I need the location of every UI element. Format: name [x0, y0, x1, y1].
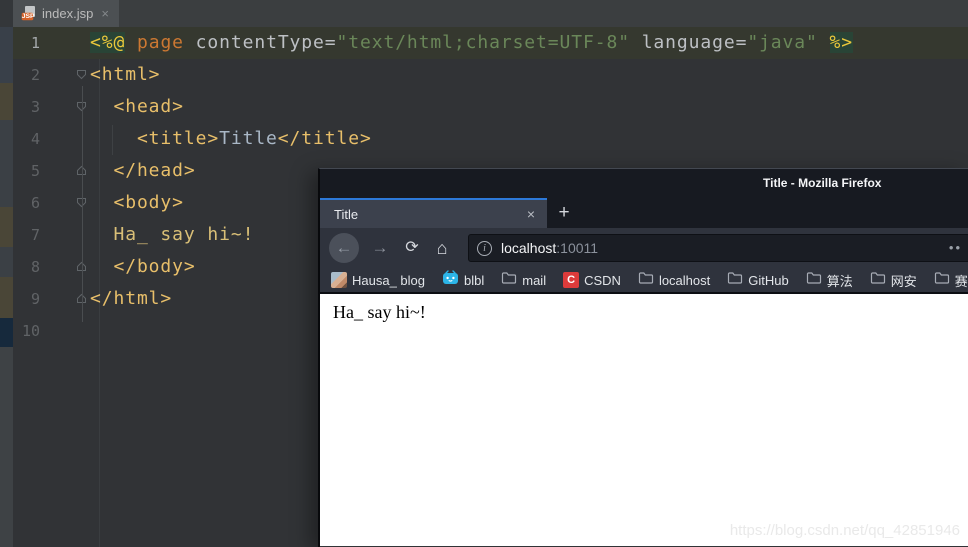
url-host: localhost — [501, 240, 556, 256]
bookmark-label: GitHub — [748, 273, 788, 288]
code-text: </head> — [90, 155, 196, 187]
url-bar[interactable]: i localhost:10011 •• — [468, 234, 968, 262]
code-line[interactable]: 4 <title>Title</title> — [13, 123, 968, 155]
ide-tab-bar: JSP index.jsp × — [13, 0, 968, 27]
reload-button[interactable]: ⟳ — [399, 233, 425, 263]
code-text: Ha_ say hi~! — [90, 219, 254, 251]
bookmark-item[interactable]: GitHub — [727, 271, 788, 290]
bookmark-item[interactable]: Hausa_ blog — [331, 272, 425, 288]
code-line[interactable]: 2 <html> — [13, 59, 968, 91]
bookmark-item[interactable]: C CSDN — [563, 272, 621, 288]
bookmark-label: localhost — [659, 273, 710, 288]
sliver-segment — [0, 277, 13, 318]
code-text: <body> — [90, 187, 184, 219]
sliver-segment — [0, 318, 13, 347]
line-number[interactable]: 7 — [13, 219, 40, 251]
sliver-segment — [0, 0, 13, 27]
folder-icon — [806, 271, 822, 290]
bookmark-item[interactable]: 网安 — [870, 271, 917, 290]
firefox-tab-strip: Title × + — [320, 198, 968, 228]
tab-close-icon[interactable]: × — [527, 206, 535, 222]
url-port: :10011 — [556, 240, 598, 256]
line-number[interactable]: 10 — [13, 315, 40, 347]
folder-icon — [638, 271, 654, 290]
forward-button[interactable]: → — [367, 233, 393, 263]
window-title: Title - Mozilla Firefox — [763, 176, 881, 190]
screen: JSP index.jsp × 1 <%@ page contentType="t… — [0, 0, 968, 547]
csdn-icon: C — [563, 272, 579, 288]
site-info-icon[interactable]: i — [477, 241, 492, 256]
code-text: <title>Title</title> — [90, 123, 372, 155]
bookmark-label: 网安 — [891, 271, 917, 290]
bookmarks-bar: Hausa_ blog blbl mail C CSDN localhost GitHub 算… — [320, 268, 968, 294]
sliver-segment — [0, 347, 13, 547]
page-actions-icon[interactable]: •• — [949, 240, 962, 255]
back-button[interactable]: ← — [329, 233, 359, 263]
code-text: <%@ page contentType="text/html;charset=… — [90, 27, 853, 59]
code-line[interactable]: 3 <head> — [13, 91, 968, 123]
bookmark-item[interactable]: mail — [501, 271, 546, 290]
bookmark-label: blbl — [464, 273, 484, 288]
firefox-nav-bar: ← → ⟳ ⌂ i localhost:10011 •• — [320, 228, 968, 268]
line-number[interactable]: 3 — [13, 91, 40, 123]
line-number[interactable]: 5 — [13, 155, 40, 187]
code-text: </body> — [90, 251, 196, 283]
bookmark-item[interactable]: blbl — [442, 270, 484, 290]
firefox-title-bar[interactable]: Title - Mozilla Firefox — [320, 169, 968, 198]
code-line[interactable]: 1 <%@ page contentType="text/html;charset… — [13, 27, 968, 59]
fold-marker-icon — [40, 27, 90, 59]
line-number[interactable]: 6 — [13, 187, 40, 219]
page-text: Ha_ say hi~! — [333, 302, 426, 323]
sliver-segment — [0, 83, 13, 120]
line-number[interactable]: 1 — [13, 27, 40, 59]
jsp-file-icon: JSP — [19, 6, 36, 22]
bookmark-label: CSDN — [584, 273, 621, 288]
background-window-sliver — [0, 0, 13, 547]
line-number[interactable]: 4 — [13, 123, 40, 155]
sliver-segment — [0, 247, 13, 277]
bookmark-label: mail — [522, 273, 546, 288]
code-text: <head> — [90, 91, 184, 123]
folder-icon — [501, 271, 517, 290]
browser-tab-title[interactable]: Title × — [320, 198, 547, 228]
line-number[interactable]: 2 — [13, 59, 40, 91]
fold-guide-line — [82, 86, 83, 322]
bookmark-item[interactable]: 赛事 — [934, 271, 968, 290]
bookmark-label: 算法 — [827, 271, 853, 290]
new-tab-button[interactable]: + — [547, 198, 581, 228]
folder-icon — [870, 271, 886, 290]
bookmark-item[interactable]: 算法 — [806, 271, 853, 290]
editor-tab-index-jsp[interactable]: JSP index.jsp × — [13, 0, 119, 27]
folder-icon — [727, 271, 743, 290]
editor-tab-title: index.jsp — [42, 6, 93, 21]
line-number[interactable]: 8 — [13, 251, 40, 283]
watermark: https://blog.csdn.net/qq_42851946 — [730, 522, 960, 539]
bookmark-label: 赛事 — [955, 271, 968, 290]
tab-close-icon[interactable]: × — [101, 6, 109, 21]
sliver-segment — [0, 207, 13, 247]
sliver-segment — [0, 120, 13, 207]
indent-guide — [112, 125, 113, 155]
home-button[interactable]: ⌂ — [429, 233, 455, 263]
code-text: </html> — [90, 283, 172, 315]
firefox-window: Title - Mozilla Firefox Title × + ← → ⟳ … — [318, 168, 968, 547]
page-content: Ha_ say hi~! https://blog.csdn.net/qq_42… — [320, 294, 968, 546]
folder-icon — [934, 271, 950, 290]
code-text: <html> — [90, 59, 160, 91]
bookmark-label: Hausa_ blog — [352, 273, 425, 288]
browser-tab-label: Title — [334, 207, 527, 222]
bookmark-item[interactable]: localhost — [638, 271, 710, 290]
sliver-segment — [0, 27, 13, 83]
bilibili-icon — [442, 270, 459, 290]
avatar-icon — [331, 272, 347, 288]
line-number[interactable]: 9 — [13, 283, 40, 315]
